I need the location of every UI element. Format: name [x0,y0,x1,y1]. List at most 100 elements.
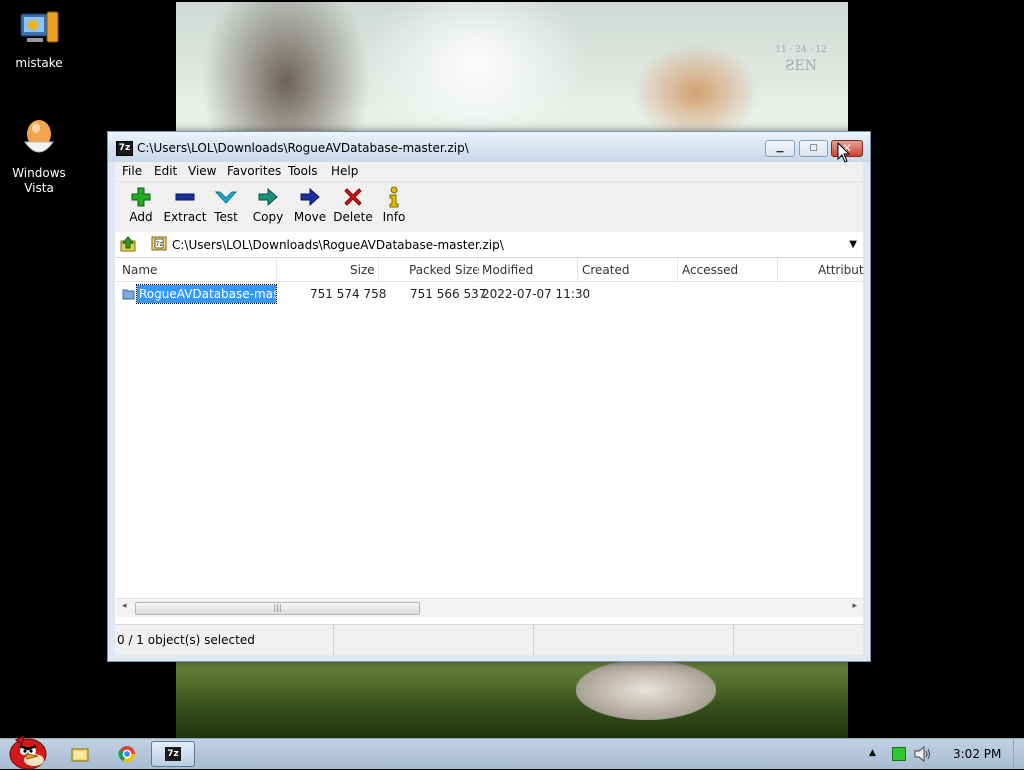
network-icon[interactable] [892,747,906,761]
tool-label: Extract [163,210,207,224]
scroll-left-icon[interactable]: ◂ [122,601,127,611]
address-path[interactable]: C:\Users\LOL\Downloads\RogueAVDatabase-m… [172,238,504,252]
menu-tools[interactable]: Tools [288,164,318,178]
selection-status: 0 / 1 object(s) selected [117,633,255,647]
7zip-taskbar-icon: 7z [165,747,181,761]
grip-icon: ||| [273,603,282,612]
title-bar[interactable]: 7z C:\Users\LOL\Downloads\RogueAVDatabas… [108,132,870,162]
tool-label: Info [382,210,406,224]
copy-button[interactable]: Copy [246,186,290,224]
svg-text:7z: 7z [156,241,163,248]
wallpaper-grass [176,658,848,738]
column-attributes[interactable]: Attribute [818,263,864,277]
column-modified[interactable]: Modified [482,263,533,277]
maximize-icon: ▢ [809,143,818,153]
add-button[interactable]: Add [119,186,163,224]
move-button[interactable]: Move [288,186,332,224]
show-desktop-button[interactable] [1013,739,1024,769]
column-divider[interactable] [777,258,778,281]
chrome-icon [118,746,136,763]
menu-view[interactable]: View [188,164,216,178]
copy-arrow-icon [258,187,278,207]
plus-icon [131,187,151,207]
taskbar-7zip-button[interactable]: 7z [151,741,195,767]
list-header: Name Size Packed Size Modified Created A… [116,258,864,282]
tool-label: Test [214,210,238,224]
menu-edit[interactable]: Edit [154,164,177,178]
table-row[interactable]: RogueAVDatabase-mas... 751 574 758 751 5… [116,284,863,304]
folder-icon [122,289,135,300]
column-packed-size[interactable]: Packed Size [409,263,480,277]
computer-icon [20,11,59,43]
column-created[interactable]: Created [582,263,630,277]
column-divider[interactable] [677,258,678,281]
taskbar-explorer-button[interactable] [58,741,102,767]
desktop-icon-label: Windows Vista [12,166,66,195]
menu-favorites[interactable]: Favorites [227,164,281,178]
toolbar: Add Extract Test Copy Move Delete Info [115,182,863,232]
delete-button[interactable]: Delete [331,186,375,224]
window-client: File Edit View Favorites Tools Help Add … [115,162,864,655]
minimize-button[interactable]: ▁ [765,140,795,157]
column-accessed[interactable]: Accessed [682,263,738,277]
start-button-angry-bird-icon[interactable] [2,732,50,770]
minimize-icon: ▁ [776,143,784,153]
status-divider [533,625,534,655]
archive-icon: 7z [151,236,167,251]
minus-icon [175,193,195,201]
check-icon [215,191,237,204]
status-bar: 0 / 1 object(s) selected [115,624,863,655]
taskbar: 7z ▲ 3:02 PM [0,735,1024,770]
column-divider[interactable] [378,258,379,281]
maximize-button[interactable]: ▢ [799,140,828,157]
7zip-window: 7z C:\Users\LOL\Downloads\RogueAVDatabas… [107,131,871,662]
desktop-icon-label: mistake [15,56,63,70]
file-modified-cell: 2022-07-07 11:30 [482,287,591,301]
chevron-down-icon[interactable]: ▼ [849,239,857,250]
watermark-logo: ƧEN [784,58,818,74]
tool-label: Copy [252,210,284,224]
horizontal-scrollbar[interactable]: ◂ ||| ▸ [116,598,863,617]
watermark-date: 11 · 24 · 12 [775,45,827,55]
column-size[interactable]: Size [350,263,375,277]
menu-file[interactable]: File [122,164,142,178]
folder-explorer-icon [71,748,89,762]
extract-button[interactable]: Extract [163,186,207,224]
scroll-right-icon[interactable]: ▸ [852,601,857,611]
desktop-icon-windows-vista[interactable]: Windows Vista [1,118,77,196]
file-list[interactable]: Name Size Packed Size Modified Created A… [116,258,864,597]
status-divider [733,625,734,655]
egg-cup-icon [24,120,54,153]
taskbar-clock[interactable]: 3:02 PM [953,747,1001,761]
wallpaper-rock [576,660,716,720]
move-arrow-icon [300,187,320,207]
wallpaper-watermark: 11 · 24 · 12 ƧEN [768,42,834,74]
mouse-cursor-icon [837,142,851,163]
7zip-app-icon[interactable]: 7z [116,141,133,156]
info-button[interactable]: Info [372,186,416,224]
column-divider[interactable] [577,258,578,281]
tool-label: Delete [333,210,373,224]
menu-help[interactable]: Help [331,164,358,178]
file-packed-size-cell: 751 566 537 [410,287,487,301]
taskbar-chrome-button[interactable] [106,741,148,767]
column-name[interactable]: Name [122,263,157,277]
scrollbar-thumb[interactable]: ||| [135,602,420,615]
tool-label: Move [293,210,327,224]
tool-label: Add [129,210,153,224]
volume-icon[interactable] [913,746,931,762]
info-icon [389,186,399,208]
menu-bar: File Edit View Favorites Tools Help [115,162,863,182]
file-size-cell: 751 574 758 [310,287,387,301]
window-title: C:\Users\LOL\Downloads\RogueAVDatabase-m… [137,141,469,155]
file-name-cell[interactable]: RogueAVDatabase-mas... [136,284,277,304]
delete-x-icon [344,188,362,206]
address-bar[interactable]: 7z C:\Users\LOL\Downloads\RogueAVDatabas… [115,233,863,258]
up-folder-icon[interactable] [120,236,136,252]
column-divider[interactable] [477,258,478,281]
status-divider [333,625,334,655]
desktop-icon-mistake[interactable]: mistake [1,8,77,71]
show-hidden-icons-chevron-up-icon[interactable]: ▲ [869,748,876,758]
test-button[interactable]: Test [204,186,248,224]
column-divider[interactable] [276,258,277,281]
